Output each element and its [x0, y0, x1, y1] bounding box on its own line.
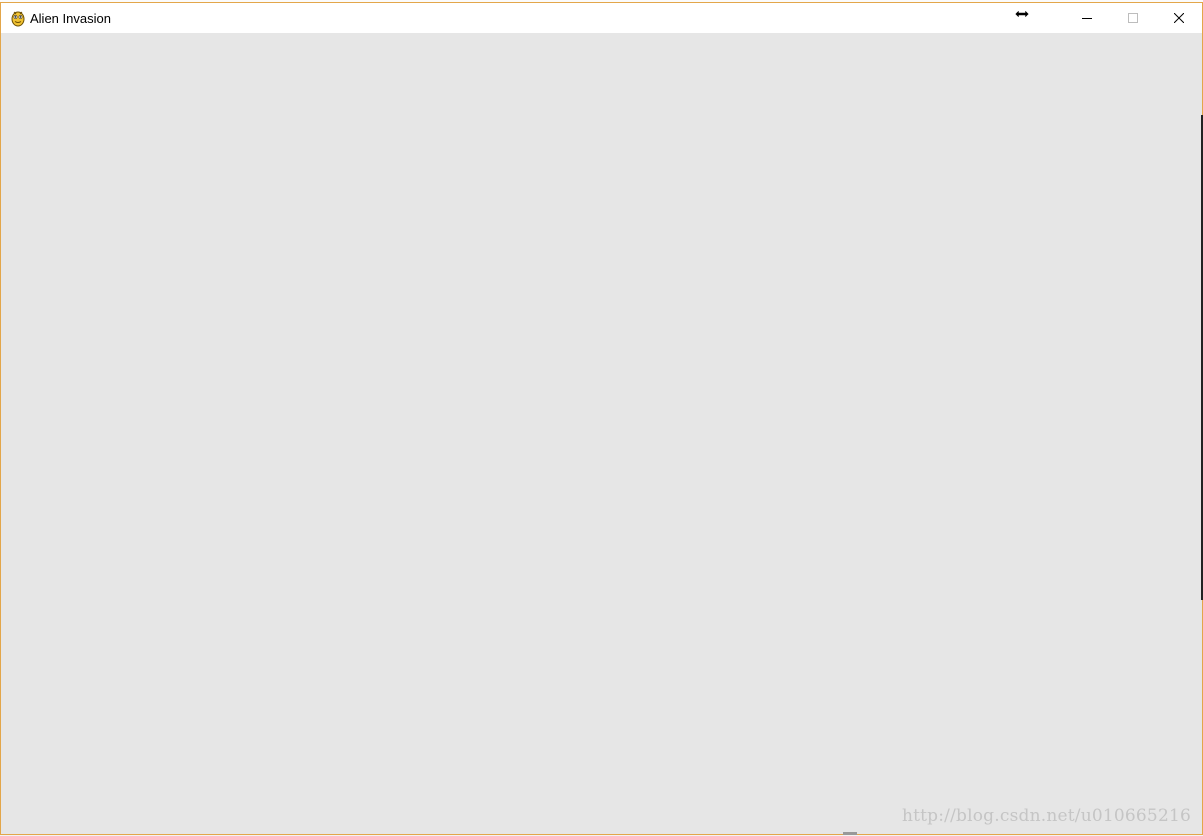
maximize-button: [1110, 3, 1156, 33]
window-title: Alien Invasion: [30, 11, 111, 26]
maximize-icon: [1128, 13, 1138, 23]
title-bar[interactable]: Alien Invasion: [1, 3, 1202, 33]
game-canvas[interactable]: [1, 33, 1202, 834]
background-window-edge-bottom: [843, 832, 857, 835]
minimize-icon: [1082, 18, 1092, 19]
app-window: Alien Invasion: [0, 2, 1203, 835]
horizontal-resize-cursor-icon: [1014, 7, 1030, 21]
pygame-snake-icon: [10, 9, 26, 27]
watermark-text: http://blog.csdn.net/u010665216: [901, 806, 1191, 826]
close-button[interactable]: [1156, 3, 1202, 33]
close-icon: [1174, 13, 1184, 23]
minimize-button[interactable]: [1064, 3, 1110, 33]
